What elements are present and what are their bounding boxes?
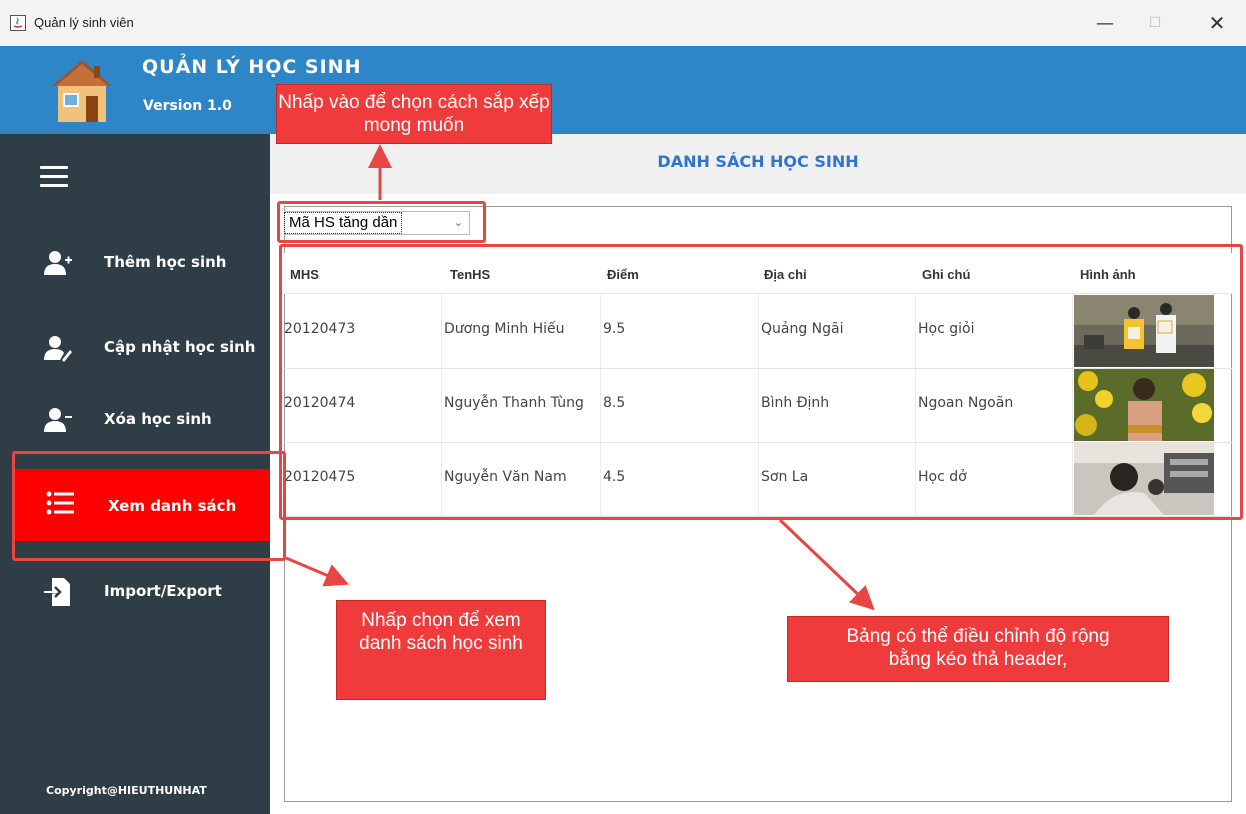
view-list-hint-callout: Nhấp chọn để xem danh sách học sinh — [336, 600, 546, 700]
sidebar-item-delete-student[interactable]: Xóa học sinh — [0, 386, 270, 456]
sidebar-item-update-student[interactable]: Cập nhật học sinh — [0, 314, 270, 384]
edit-user-icon — [44, 336, 72, 362]
sidebar-item-import-export[interactable]: Import/Export — [0, 558, 270, 628]
add-user-icon — [44, 251, 72, 275]
remove-user-icon — [44, 408, 72, 432]
sidebar-item-label: Cập nhật học sinh — [104, 338, 256, 356]
maximize-button[interactable]: ☐ — [1132, 6, 1178, 40]
view-list-highlight-box — [12, 451, 286, 561]
table-highlight-box — [279, 244, 1243, 520]
sort-highlight-box — [277, 201, 486, 243]
app-header: QUẢN LÝ HỌC SINH Version 1.0 — [0, 46, 1246, 134]
house-logo-icon — [52, 60, 112, 122]
sidebar-item-add-student[interactable]: Thêm học sinh — [0, 229, 270, 299]
table-hint-callout: Bảng có thể điều chỉnh độ rộng bằng kéo … — [787, 616, 1169, 682]
window-titlebar: Quản lý sinh viên — ☐ ✕ — [0, 0, 1246, 47]
sidebar-item-label: Xóa học sinh — [104, 410, 212, 428]
minimize-button[interactable]: — — [1082, 6, 1128, 40]
page-title: DANH SÁCH HỌC SINH — [657, 152, 859, 171]
sidebar-item-label: Thêm học sinh — [104, 253, 227, 271]
window-title: Quản lý sinh viên — [34, 15, 134, 30]
sidebar-item-label: Import/Export — [104, 582, 222, 600]
java-app-icon — [10, 15, 26, 31]
copyright-text: Copyright@HIEUTHUNHAT — [46, 784, 207, 797]
hamburger-menu-icon[interactable] — [40, 166, 68, 188]
app-version: Version 1.0 — [143, 98, 232, 114]
app-title: QUẢN LÝ HỌC SINH — [142, 56, 362, 78]
close-button[interactable]: ✕ — [1194, 6, 1240, 40]
sort-hint-callout: Nhấp vào để chọn cách sắp xếp mong muốn — [276, 84, 552, 144]
import-export-icon — [44, 578, 70, 606]
